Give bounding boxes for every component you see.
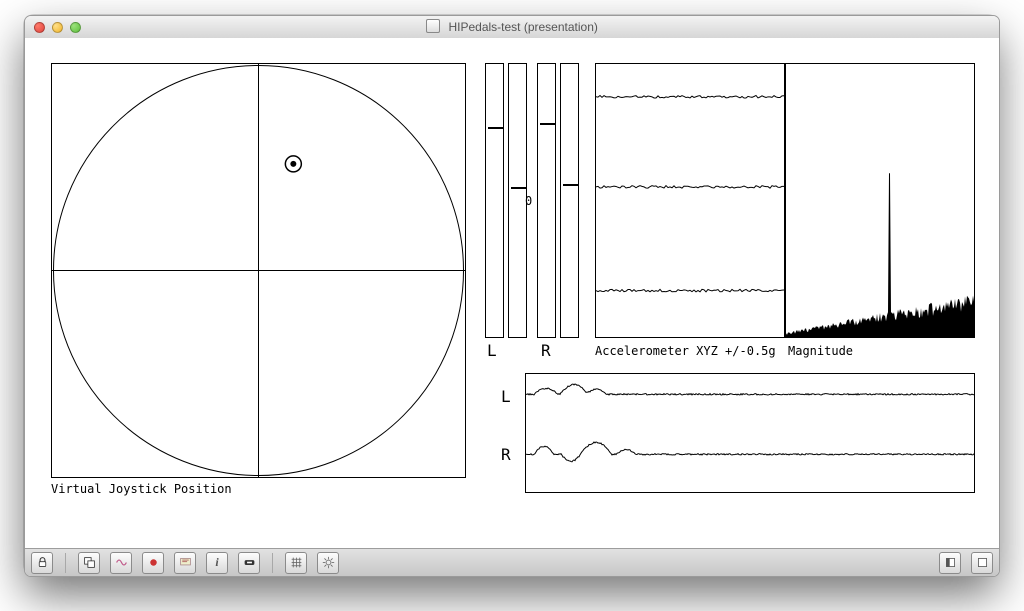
toolbar-separator bbox=[272, 553, 273, 573]
magnitude-label: Magnitude bbox=[788, 344, 853, 358]
scope-panel[interactable] bbox=[525, 373, 975, 493]
joystick-panel[interactable] bbox=[51, 63, 466, 478]
scope-left-label: L bbox=[501, 390, 511, 404]
bars-left-label: L bbox=[487, 344, 497, 358]
bar-left-a bbox=[485, 63, 504, 338]
accelerometer-panel[interactable] bbox=[595, 63, 785, 338]
window-title: HIPedals-test (presentation) bbox=[25, 16, 999, 38]
joystick-label: Virtual Joystick Position bbox=[51, 482, 232, 496]
settings-icon[interactable] bbox=[317, 552, 339, 574]
bar-group-right[interactable] bbox=[537, 63, 581, 338]
bar-right-b bbox=[560, 63, 579, 338]
accelerometer-plot bbox=[596, 64, 784, 337]
bottom-toolbar: i bbox=[25, 548, 999, 576]
scope-right-label: R bbox=[501, 448, 511, 462]
accelerometer-label: Accelerometer XYZ +/-0.5g bbox=[595, 344, 776, 358]
scope-left-trace bbox=[526, 374, 974, 432]
info-icon[interactable]: i bbox=[206, 552, 228, 574]
expand-icon[interactable] bbox=[971, 552, 993, 574]
presentation-icon[interactable] bbox=[174, 552, 196, 574]
bars-zero-label: 0 bbox=[525, 194, 532, 208]
content-area: Virtual Joystick Position 0 L R Accelero… bbox=[25, 38, 999, 548]
grid-icon[interactable] bbox=[285, 552, 307, 574]
document-icon bbox=[426, 19, 440, 33]
joystick-marker bbox=[285, 156, 301, 172]
bars-right-label: R bbox=[541, 344, 551, 358]
lock-icon[interactable] bbox=[31, 552, 53, 574]
record-icon[interactable] bbox=[142, 552, 164, 574]
bar-group-left[interactable] bbox=[485, 63, 529, 338]
window-title-text: HIPedals-test (presentation) bbox=[448, 20, 597, 34]
dsp-icon[interactable] bbox=[110, 552, 132, 574]
app-window: HIPedals-test (presentation) Virtual Joy… bbox=[24, 15, 1000, 577]
magnitude-panel[interactable] bbox=[785, 63, 975, 338]
bar-right-a bbox=[537, 63, 556, 338]
windows-icon[interactable] bbox=[78, 552, 100, 574]
scope-right-trace bbox=[526, 434, 974, 492]
titlebar: HIPedals-test (presentation) bbox=[25, 16, 999, 39]
toolbar-separator bbox=[65, 553, 66, 573]
collapse-icon[interactable] bbox=[939, 552, 961, 574]
object-icon[interactable] bbox=[238, 552, 260, 574]
magnitude-plot bbox=[786, 64, 974, 337]
joystick-plot bbox=[52, 64, 465, 477]
